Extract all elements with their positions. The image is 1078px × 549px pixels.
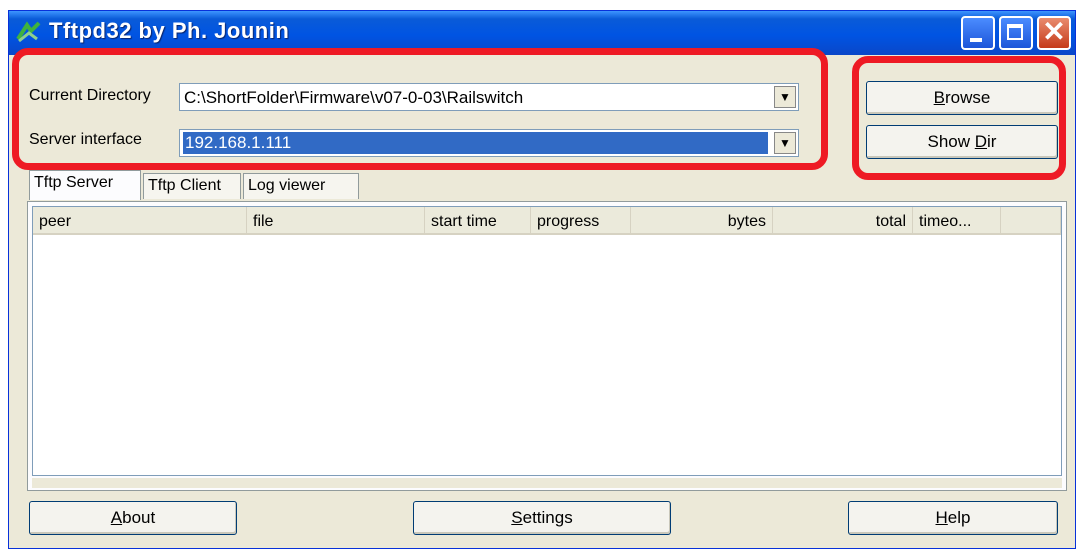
help-label-post: elp xyxy=(947,508,971,527)
column-header-timeout[interactable]: timeo... xyxy=(913,207,1001,235)
tftpd-app-icon xyxy=(15,19,43,45)
about-label-key: A xyxy=(110,508,123,527)
help-button[interactable]: Help xyxy=(848,501,1058,535)
column-header-bytes[interactable]: bytes xyxy=(631,207,773,235)
settings-label-key: S xyxy=(511,508,523,527)
column-header-filler xyxy=(1001,207,1061,235)
window-title: Tftpd32 by Ph. Jounin xyxy=(49,18,290,43)
minimize-icon xyxy=(970,38,982,42)
column-header-start-time[interactable]: start time xyxy=(425,207,531,235)
list-footer xyxy=(32,478,1062,488)
about-button[interactable]: About xyxy=(29,501,237,535)
column-header-total[interactable]: total xyxy=(773,207,913,235)
about-label-post: bout xyxy=(122,508,156,527)
column-header-peer[interactable]: peer xyxy=(33,207,247,235)
settings-label-post: ettings xyxy=(522,508,573,527)
close-button[interactable]: ✕ xyxy=(1037,16,1071,50)
close-icon: ✕ xyxy=(1042,16,1066,47)
tftp-server-panel: peer file start time progress bytes tota… xyxy=(27,201,1067,491)
maximize-button[interactable] xyxy=(999,16,1033,50)
help-label-key: H xyxy=(935,508,948,527)
tab-tftp-client[interactable]: Tftp Client xyxy=(143,173,241,199)
maximize-icon xyxy=(1007,24,1023,40)
column-header-file[interactable]: file xyxy=(247,207,425,235)
settings-button[interactable]: Settings xyxy=(413,501,671,535)
tab-tftp-server[interactable]: Tftp Server xyxy=(29,170,141,200)
transfer-list[interactable]: peer file start time progress bytes tota… xyxy=(32,206,1062,476)
highlight-directory-interface xyxy=(12,48,828,170)
highlight-browse-showdir xyxy=(852,56,1066,180)
minimize-button[interactable] xyxy=(961,16,995,50)
column-header-progress[interactable]: progress xyxy=(531,207,631,235)
tab-log-viewer[interactable]: Log viewer xyxy=(243,173,359,199)
